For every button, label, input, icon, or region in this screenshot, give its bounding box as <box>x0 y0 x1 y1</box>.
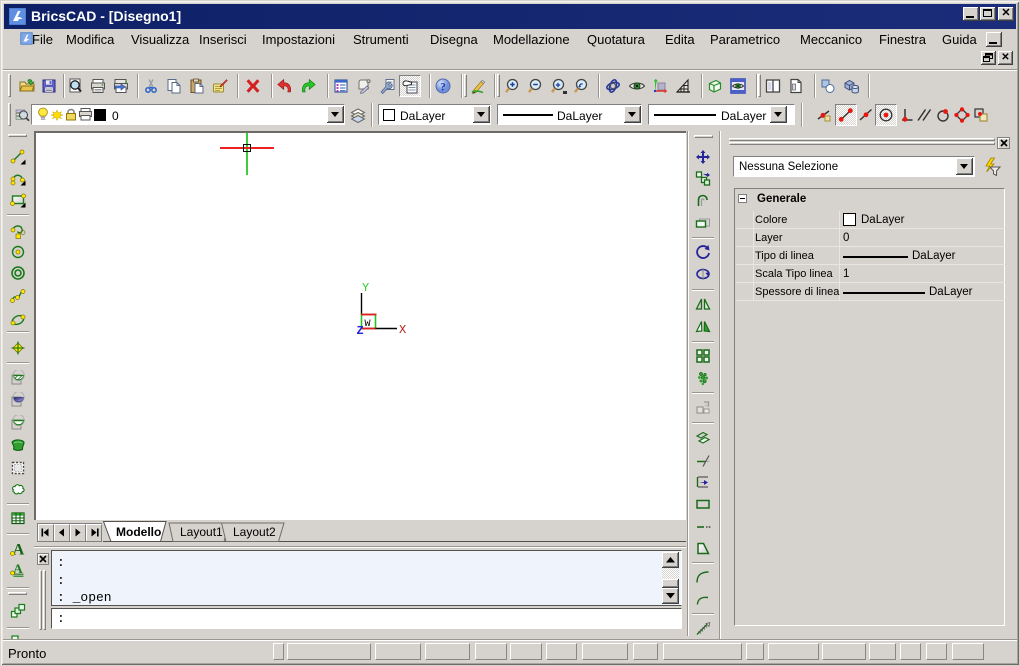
svg-text:Z: Z <box>357 324 364 338</box>
svg-text:X: X <box>399 323 406 337</box>
svg-text:?: ? <box>440 82 446 94</box>
svg-text:Layout1: Layout1 <box>180 525 223 539</box>
svg-text:Y: Y <box>362 281 369 295</box>
svg-text:W: W <box>365 319 371 330</box>
svg-text:Layout2: Layout2 <box>233 525 276 539</box>
svg-text:Modello: Modello <box>116 525 161 539</box>
